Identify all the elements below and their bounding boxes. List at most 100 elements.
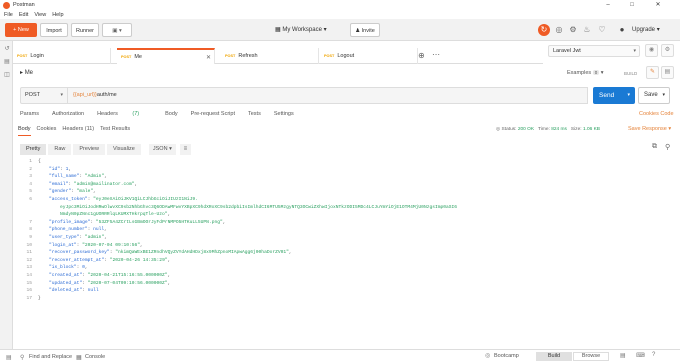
new-label: New: [17, 27, 29, 33]
history-icon[interactable]: ↺: [3, 45, 11, 53]
collections-icon[interactable]: ▤: [3, 58, 11, 66]
settings-gear-icon[interactable]: ⚙: [567, 24, 579, 36]
save-button[interactable]: Save ▾: [638, 87, 670, 104]
edit-pencil-icon[interactable]: ✎: [646, 66, 659, 79]
request-name[interactable]: Me: [25, 70, 33, 76]
tab-me[interactable]: POST Me ✕: [117, 48, 215, 64]
runner-button[interactable]: Runner: [71, 23, 99, 37]
tab-body[interactable]: Body: [165, 111, 178, 121]
close-tab-icon[interactable]: ✕: [206, 54, 211, 61]
raw-button[interactable]: Raw: [48, 143, 72, 155]
cookies-code-links[interactable]: Cookies Code: [639, 111, 674, 117]
chevron-down-icon: ▾: [668, 126, 672, 132]
tab-logout[interactable]: POST Logout: [320, 48, 418, 64]
visualize-button[interactable]: Visualize: [106, 143, 141, 155]
pretty-button[interactable]: Pretty: [20, 143, 47, 155]
apis-icon[interactable]: ◫: [3, 71, 11, 79]
code-token: "phone_number": [38, 227, 88, 233]
build-mode-label: BUILD: [624, 71, 638, 76]
code-token: "email": [38, 181, 69, 187]
capture-requests-icon[interactable]: ◎: [553, 24, 565, 36]
toggle-sidebar-icon[interactable]: ▤: [6, 354, 12, 361]
keyboard-icon[interactable]: ⌨: [636, 352, 645, 359]
send-label: Send: [599, 92, 615, 99]
add-tab-plus-icon[interactable]: ⊕: [418, 51, 425, 60]
tab-headers[interactable]: Headers (7): [97, 111, 152, 121]
code-token: "is_block": [38, 265, 77, 271]
notifications-bell-icon[interactable]: ♨: [581, 24, 593, 36]
examples-dropdown[interactable]: Examples 0 ▾: [567, 70, 604, 76]
url-input[interactable]: {{api_url}}auth/me: [68, 87, 588, 104]
close-icon[interactable]: ✕: [648, 0, 668, 10]
request-config-tabs: Params Authorization Headers (7) Body Pr…: [20, 111, 680, 121]
code-token: "2020-07-04T09:10:56.000000Z": [87, 280, 168, 286]
tab-params[interactable]: Params: [20, 111, 39, 121]
invite-label: Invite: [361, 28, 375, 34]
line-number: 10: [26, 242, 32, 248]
maximize-icon[interactable]: □: [622, 0, 642, 10]
code-line: 15 "updated_at": "2020-07-04T09:10:56.00…: [18, 280, 668, 288]
environment-quick-look-eye-icon[interactable]: ◉: [645, 44, 658, 57]
help-icon[interactable]: ?: [652, 352, 655, 358]
method-select[interactable]: POST ▾: [20, 87, 68, 104]
tab-login[interactable]: POST Login: [13, 48, 111, 64]
chevron-down-icon: ▾: [60, 92, 63, 98]
avatar[interactable]: ●: [616, 24, 628, 36]
menu-view[interactable]: View: [34, 12, 46, 18]
environment-select[interactable]: Laravel Jwt ▾: [548, 45, 640, 57]
search-icon[interactable]: ⚲: [665, 143, 670, 151]
tab-tests[interactable]: Tests: [248, 111, 261, 121]
tab-response-headers[interactable]: Headers (11): [62, 126, 94, 136]
code-token: "Admin": [84, 174, 105, 180]
console[interactable]: Console: [85, 354, 105, 360]
line-number: 8: [29, 227, 32, 233]
build-toggle[interactable]: Build: [536, 352, 572, 361]
tab-response-cookies[interactable]: Cookies: [37, 126, 57, 136]
workspace-selector[interactable]: ▦ My Workspace ▾: [275, 23, 327, 37]
manage-environments-gear-icon[interactable]: ⚙: [661, 44, 674, 57]
code-token: ,: [167, 257, 171, 263]
sync-icon[interactable]: ↻: [538, 24, 550, 36]
tab-response-body[interactable]: Body: [18, 126, 31, 136]
line-number: 9: [29, 234, 32, 240]
browse-toggle[interactable]: Browse: [573, 352, 609, 361]
tab-test-results[interactable]: Test Results: [100, 126, 130, 136]
tab-settings[interactable]: Settings: [274, 111, 294, 121]
new-window-button[interactable]: ▣ ▾: [102, 23, 132, 37]
menu-help[interactable]: Help: [52, 12, 63, 18]
code-token: "created_at": [38, 272, 83, 278]
method-label: POST: [25, 92, 40, 98]
code-line: 2 "id": 1,: [18, 166, 668, 174]
code-line: 14 "created_at": "2020-04-21T15:16:55.00…: [18, 272, 668, 280]
wrap-lines-icon[interactable]: ≡: [179, 143, 191, 155]
menu-file[interactable]: File: [4, 12, 13, 18]
time-label: Time:: [538, 127, 550, 132]
upgrade-button[interactable]: Upgrade ▾: [632, 23, 660, 37]
tab-refresh[interactable]: POST Refresh: [221, 48, 319, 64]
tab-pre-request-script[interactable]: Pre-request Script: [191, 111, 235, 121]
layout-icon[interactable]: ▤: [620, 352, 626, 359]
send-button[interactable]: Send ▾: [593, 87, 635, 104]
menu-edit[interactable]: Edit: [19, 12, 28, 18]
preview-button[interactable]: Preview: [73, 143, 105, 155]
heart-icon[interactable]: ♡: [596, 24, 608, 36]
code-token: "53ZF5A4ZCrtLsGBmOOrJyFdPrNMPO5HTKuLL5UP…: [95, 219, 223, 225]
bootcamp-link[interactable]: Bootcamp: [494, 353, 519, 359]
code-token: ,: [84, 265, 88, 271]
format-select[interactable]: JSON ▾: [148, 143, 176, 155]
save-response-dropdown[interactable]: Save Response ▾: [628, 126, 671, 132]
invite-button[interactable]: ♟ Invite: [350, 23, 380, 37]
find-and-replace[interactable]: Find and Replace: [29, 354, 72, 360]
minimize-icon[interactable]: –: [598, 0, 618, 10]
more-tabs-icon[interactable]: ⋯: [432, 50, 440, 59]
line-number: 1: [29, 159, 32, 164]
import-button[interactable]: Import: [40, 23, 68, 37]
response-body-code[interactable]: 1{2 "id": 1, 3 "full_name": "Admin", 4 "em…: [18, 158, 668, 344]
comments-icon[interactable]: ▤: [661, 66, 674, 79]
title-bar: Postman – □ ✕: [0, 0, 680, 10]
line-number: 14: [26, 272, 32, 278]
tab-authorization[interactable]: Authorization: [52, 111, 84, 121]
code-token: "male": [76, 189, 94, 195]
copy-icon[interactable]: ⧉: [652, 143, 657, 151]
new-button[interactable]: + New: [5, 23, 37, 37]
